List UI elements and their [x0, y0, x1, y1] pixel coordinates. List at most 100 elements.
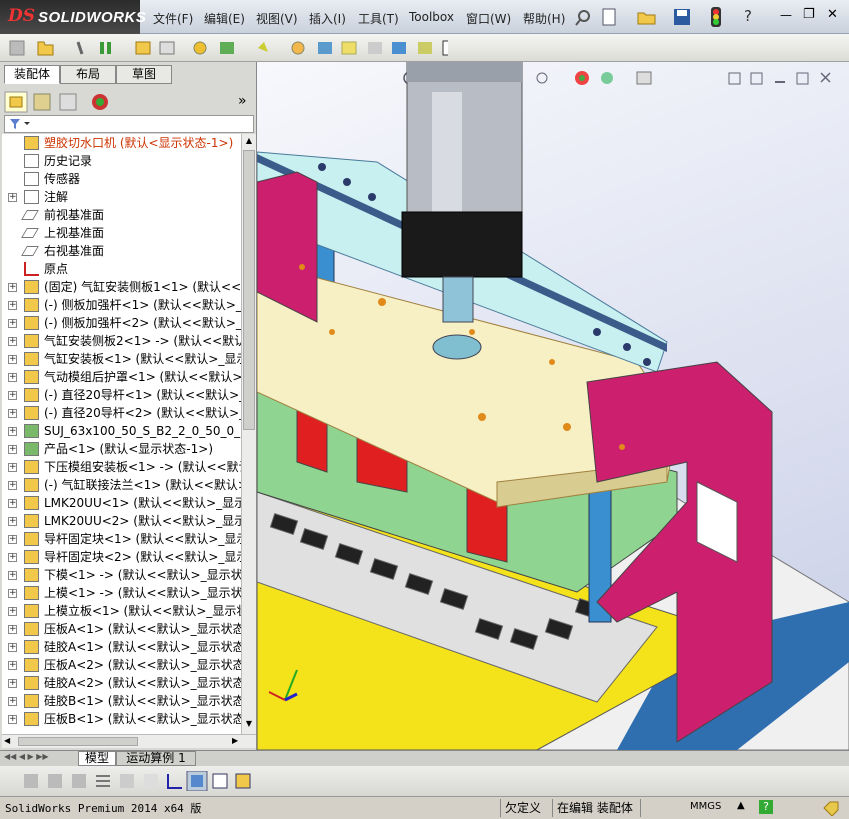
pin-icon[interactable]	[574, 8, 594, 26]
new-document-icon[interactable]	[600, 8, 618, 26]
tree-item[interactable]: + (-) 气缸联接法兰<1> (默认<<默认>_	[2, 476, 242, 494]
expand-toggle-icon[interactable]: +	[8, 283, 17, 292]
close-button[interactable]: ✕	[827, 7, 838, 22]
scroll-down-arrow-icon[interactable]: ▼	[243, 719, 255, 731]
hscroll-thumb[interactable]	[18, 737, 138, 746]
assembly-model-render[interactable]	[257, 62, 849, 750]
expand-toggle-icon[interactable]: +	[8, 625, 17, 634]
expand-toggle-icon[interactable]: +	[8, 427, 17, 436]
tree-item[interactable]: + 气动模组后护罩<1> (默认<<默认>_显	[2, 368, 242, 386]
scroll-up-arrow-icon[interactable]: ▲	[243, 136, 255, 148]
expand-toggle-icon[interactable]: +	[8, 571, 17, 580]
tree-item[interactable]: + 上模<1> -> (默认<<默认>_显示状态	[2, 584, 242, 602]
tree-item[interactable]: 塑胶切水口机 (默认<显示状态-1>)	[2, 134, 242, 152]
tab-sketch[interactable]: 草图	[116, 65, 172, 84]
expand-toggle-icon[interactable]: +	[8, 589, 17, 598]
toolbar-icons[interactable]	[8, 38, 448, 58]
menu-insert[interactable]: 插入(I)	[309, 10, 346, 27]
tree-item[interactable]: + 压板A<2> (默认<<默认>_显示状态 1>	[2, 656, 242, 674]
minimize-button[interactable]: —	[780, 8, 792, 22]
tree-item[interactable]: + 压板A<1> (默认<<默认>_显示状态 1>	[2, 620, 242, 638]
expand-toggle-icon[interactable]: +	[8, 607, 17, 616]
tree-item[interactable]: 右视基准面	[2, 242, 242, 260]
expand-toggle-icon[interactable]: +	[8, 517, 17, 526]
tab-model[interactable]: 模型	[78, 751, 116, 766]
menu-file[interactable]: 文件(F)	[153, 10, 193, 27]
expand-toggle-icon[interactable]: +	[8, 319, 17, 328]
tree-item[interactable]: + 气缸安装侧板2<1> -> (默认<<默认>_	[2, 332, 242, 350]
manager-tabs[interactable]	[4, 91, 116, 113]
expand-toggle-icon[interactable]: +	[8, 643, 17, 652]
expand-toggle-icon[interactable]: +	[8, 193, 17, 202]
restore-button[interactable]: ❐	[803, 7, 815, 22]
expand-toggle-icon[interactable]: +	[8, 553, 17, 562]
help-status-button[interactable]: ?	[759, 800, 773, 814]
tree-item[interactable]: + 压板B<1> (默认<<默认>_显示状态 1>	[2, 710, 242, 728]
help-button[interactable]: ?	[744, 7, 752, 25]
tree-item[interactable]: + LMK20UU<2> (默认<<默认>_显示状态	[2, 512, 242, 530]
expand-toggle-icon[interactable]: +	[8, 301, 17, 310]
tree-item[interactable]: + 硅胶A<1> (默认<<默认>_显示状态 1>	[2, 638, 242, 656]
expand-toggle-icon[interactable]: +	[8, 409, 17, 418]
save-icon[interactable]	[673, 8, 691, 26]
tree-item[interactable]: + 硅胶A<2> (默认<<默认>_显示状态 1>	[2, 674, 242, 692]
menu-toolbox[interactable]: Toolbox	[409, 10, 454, 24]
tree-item[interactable]: 前视基准面	[2, 206, 242, 224]
units-arrow-icon[interactable]: ▲	[737, 800, 745, 811]
scroll-right-arrow-icon[interactable]: ▶	[232, 736, 238, 745]
expand-toggle-icon[interactable]: +	[8, 535, 17, 544]
tab-assembly[interactable]: 装配体	[4, 65, 60, 84]
tree-vertical-scrollbar[interactable]: ▲ ▼	[241, 134, 256, 734]
solidworks-logo[interactable]: DS SOLIDWORKS	[0, 0, 146, 34]
expand-toggle-icon[interactable]: +	[8, 679, 17, 688]
tree-item[interactable]: + (-) 侧板加强杆<1> (默认<<默认>_显	[2, 296, 242, 314]
tree-item[interactable]: 原点	[2, 260, 242, 278]
tab-nav-arrows[interactable]: ◀◀ ◀ ▶ ▶▶	[4, 752, 76, 765]
tree-item[interactable]: + 气缸安装板<1> (默认<<默认>_显示状	[2, 350, 242, 368]
graphics-area[interactable]	[257, 62, 849, 750]
tree-item[interactable]: + SUJ_63x100_50_S_B2_2_0_50_0_<1> (	[2, 422, 242, 440]
filter-field[interactable]	[4, 115, 254, 133]
tag-icon[interactable]	[822, 800, 840, 816]
expand-toggle-icon[interactable]: +	[8, 499, 17, 508]
tree-item[interactable]: + (-) 直径20导杆<2> (默认<<默认>_显	[2, 404, 242, 422]
tree-item[interactable]: + (-) 直径20导杆<1> (默认<<默认>_显	[2, 386, 242, 404]
tree-item[interactable]: + (固定) 气缸安装侧板1<1> (默认<<默	[2, 278, 242, 296]
tree-item[interactable]: + 导杆固定块<2> (默认<<默认>_显示状	[2, 548, 242, 566]
tree-item[interactable]: + 产品<1> (默认<显示状态-1>)	[2, 440, 242, 458]
menu-window[interactable]: 窗口(W)	[466, 10, 511, 27]
expand-toggle-icon[interactable]: +	[8, 391, 17, 400]
menu-help[interactable]: 帮助(H)	[523, 10, 565, 27]
menu-view[interactable]: 视图(V)	[256, 10, 298, 27]
expand-toggle-icon[interactable]: +	[8, 481, 17, 490]
menu-edit[interactable]: 编辑(E)	[204, 10, 245, 27]
expand-toggle-icon[interactable]: +	[8, 661, 17, 670]
tree-item[interactable]: + 上模立板<1> (默认<<默认>_显示状态	[2, 602, 242, 620]
tree-horizontal-scrollbar[interactable]: ◀ ▶	[2, 734, 256, 748]
tree-item[interactable]: + LMK20UU<1> (默认<<默认>_显示状态	[2, 494, 242, 512]
tree-item[interactable]: + 下压模组安装板<1> -> (默认<<默认>_	[2, 458, 242, 476]
scroll-left-arrow-icon[interactable]: ◀	[4, 736, 10, 745]
tree-item[interactable]: + 注解	[2, 188, 242, 206]
tree-item[interactable]: 传感器	[2, 170, 242, 188]
units-selector[interactable]: MMGS	[690, 801, 721, 812]
panel-expand-button[interactable]: »	[238, 93, 247, 109]
scrollbar-thumb[interactable]	[243, 150, 255, 430]
expand-toggle-icon[interactable]: +	[8, 463, 17, 472]
expand-toggle-icon[interactable]: +	[8, 445, 17, 454]
expand-toggle-icon[interactable]: +	[8, 373, 17, 382]
menu-tools[interactable]: 工具(T)	[358, 10, 399, 27]
open-folder-icon[interactable]	[637, 8, 657, 26]
tab-motion-study[interactable]: 运动算例 1	[116, 751, 196, 766]
expand-toggle-icon[interactable]: +	[8, 355, 17, 364]
expand-toggle-icon[interactable]: +	[8, 715, 17, 724]
tree-item[interactable]: 上视基准面	[2, 224, 242, 242]
tree-item[interactable]: + 下模<1> -> (默认<<默认>_显示状态	[2, 566, 242, 584]
traffic-light-icon[interactable]	[710, 6, 722, 28]
tree-item[interactable]: + 硅胶B<1> (默认<<默认>_显示状态 1>	[2, 692, 242, 710]
expand-toggle-icon[interactable]: +	[8, 337, 17, 346]
tree-item[interactable]: + 导杆固定块<1> (默认<<默认>_显示状	[2, 530, 242, 548]
bottom-toolbar-icons[interactable]	[22, 771, 262, 791]
tree-item[interactable]: + (-) 侧板加强杆<2> (默认<<默认>_显	[2, 314, 242, 332]
expand-toggle-icon[interactable]: +	[8, 697, 17, 706]
